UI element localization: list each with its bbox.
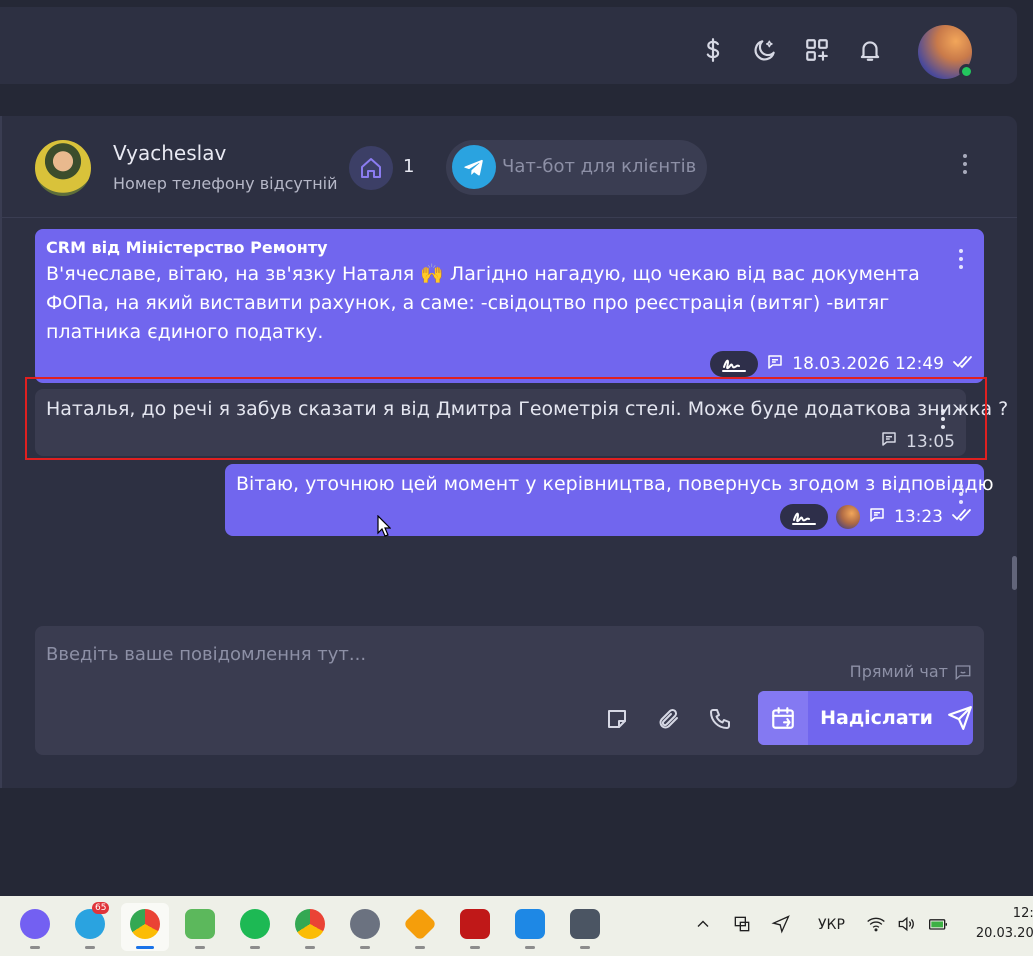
crm-app-icon[interactable]: [182, 906, 218, 949]
send-label: Надіслати: [820, 707, 933, 729]
call-button[interactable]: [705, 704, 735, 734]
comment-icon[interactable]: [868, 506, 886, 529]
dollar-icon[interactable]: [696, 33, 730, 67]
scrollbar-thumb[interactable]: [1012, 556, 1017, 590]
message-outgoing[interactable]: CRM від Міністерство Ремонту В'ячеславе,…: [35, 229, 984, 383]
message-outgoing[interactable]: Вітаю, уточнюю цей момент у керівництва,…: [225, 464, 994, 536]
message-text: Наталья, до речі я забув сказати я від Д…: [46, 398, 1009, 420]
apps-add-icon[interactable]: [800, 33, 834, 67]
paperclip-icon: [659, 708, 678, 729]
bell-icon[interactable]: [853, 33, 887, 67]
network-drive-icon[interactable]: [732, 914, 752, 938]
note-button[interactable]: [602, 704, 632, 734]
moon-icon[interactable]: [748, 33, 782, 67]
read-ticks-icon: [951, 507, 973, 527]
unread-badge: 65: [92, 902, 110, 914]
mcafee-icon[interactable]: [457, 906, 493, 949]
calculator-icon[interactable]: [567, 906, 603, 949]
attach-button[interactable]: [654, 704, 684, 734]
message-incoming[interactable]: Наталья, до речі я забув сказати я від Д…: [35, 389, 1008, 456]
system-clock[interactable]: 12:2 20.03.202: [972, 904, 1033, 944]
online-status-dot: [959, 64, 974, 79]
home-count: 1: [403, 156, 415, 177]
message-meta: 13:23: [780, 504, 973, 530]
user-avatar[interactable]: [918, 25, 974, 79]
chat-smile-icon: [955, 664, 971, 680]
home-icon: [361, 158, 381, 178]
home-button[interactable]: [349, 146, 393, 190]
read-ticks-icon: [952, 354, 974, 374]
chat-menu-icon[interactable]: [957, 154, 973, 182]
schedule-send-button[interactable]: [758, 691, 809, 745]
message-sender: CRM від Міністерство Ремонту: [46, 238, 328, 257]
language-indicator[interactable]: УКР: [818, 917, 845, 933]
message-time: 13:23: [894, 507, 943, 527]
telegram-icon: [452, 145, 496, 189]
message-meta: 18.03.2026 12:49: [710, 351, 974, 377]
message-text: В'ячеславе, вітаю, на зв'язку Наталя 🙌 Л…: [46, 263, 920, 343]
comment-icon[interactable]: [766, 353, 784, 376]
chat-bot-button[interactable]: Чат-бот для клієнтів: [446, 140, 707, 195]
message-time: 13:05: [906, 431, 955, 452]
message-menu-icon[interactable]: [959, 484, 963, 504]
comment-icon[interactable]: [880, 430, 898, 453]
sketch-app-icon[interactable]: [402, 906, 438, 949]
direct-chat-toggle[interactable]: Прямий чат: [850, 662, 972, 681]
direct-chat-label: Прямий чат: [849, 662, 948, 681]
send-icon: [947, 705, 973, 731]
contact-name[interactable]: Vyacheslav: [113, 141, 226, 165]
send-button[interactable]: Надіслати: [758, 691, 973, 745]
message-menu-icon[interactable]: [941, 409, 945, 429]
chrome-profile-icon[interactable]: [292, 906, 328, 949]
settings-icon[interactable]: [347, 906, 383, 949]
contact-avatar[interactable]: [35, 140, 91, 196]
volume-icon[interactable]: [896, 914, 916, 938]
top-bar: [0, 7, 1017, 84]
message-meta: 13:05: [880, 430, 955, 453]
signature-button[interactable]: [780, 504, 828, 530]
message-composer: Прямий чат Надіслати: [35, 626, 984, 755]
contact-phone: Номер телефону відсутній: [113, 174, 338, 193]
mouse-cursor-icon: [377, 515, 391, 537]
message-text: Вітаю, уточнюю цей момент у керівництва,…: [236, 473, 994, 495]
author-avatar: [836, 505, 860, 529]
location-icon[interactable]: [771, 914, 791, 938]
chat-bot-label: Чат-бот для клієнтів: [502, 156, 697, 177]
message-time: 18.03.2026 12:49: [792, 354, 944, 374]
signature-icon: [722, 359, 747, 372]
wifi-icon[interactable]: [866, 914, 886, 938]
signature-button[interactable]: [710, 351, 759, 377]
viber-icon[interactable]: [17, 906, 53, 949]
battery-icon[interactable]: [928, 914, 948, 938]
spotify-icon[interactable]: [237, 906, 273, 949]
note-icon: [608, 710, 626, 728]
photos-icon[interactable]: [512, 906, 548, 949]
phone-icon: [710, 709, 730, 729]
clock-time: 12:2: [1012, 906, 1033, 921]
tray-chevron-icon[interactable]: [693, 914, 713, 938]
message-input[interactable]: [46, 644, 946, 665]
chrome-icon[interactable]: [127, 906, 163, 949]
signature-icon: [792, 512, 816, 525]
telegram-app-icon[interactable]: 65: [72, 902, 110, 949]
clock-date: 20.03.202: [975, 926, 1033, 941]
chat-header: Vyacheslav Номер телефону відсутній 1 Ча…: [2, 116, 1017, 218]
calendar-icon: [772, 707, 794, 729]
message-menu-icon[interactable]: [959, 249, 963, 269]
